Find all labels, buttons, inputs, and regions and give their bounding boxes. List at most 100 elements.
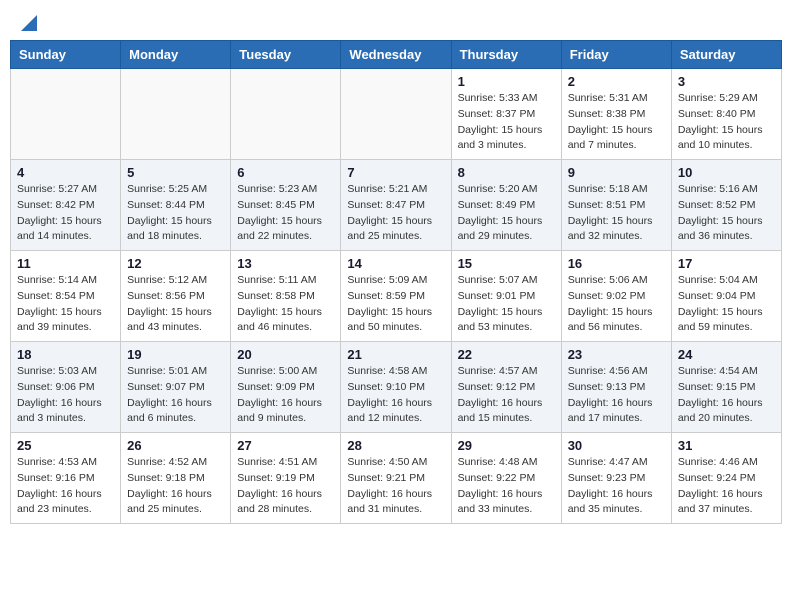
day-info: Sunrise: 4:50 AM Sunset: 9:21 PM Dayligh… [347,455,444,518]
day-number: 21 [347,347,444,362]
day-info: Sunrise: 4:57 AM Sunset: 9:12 PM Dayligh… [458,364,555,427]
calendar-cell: 20 Sunrise: 5:00 AM Sunset: 9:09 PM Dayli… [231,342,341,433]
calendar-table: SundayMondayTuesdayWednesdayThursdayFrid… [10,40,782,524]
calendar-cell: 24 Sunrise: 4:54 AM Sunset: 9:15 PM Dayli… [671,342,781,433]
weekday-header-tuesday: Tuesday [231,41,341,69]
day-info: Sunrise: 4:58 AM Sunset: 9:10 PM Dayligh… [347,364,444,427]
day-number: 10 [678,165,775,180]
calendar-cell: 28 Sunrise: 4:50 AM Sunset: 9:21 PM Dayli… [341,433,451,524]
day-number: 23 [568,347,665,362]
day-info: Sunrise: 4:53 AM Sunset: 9:16 PM Dayligh… [17,455,114,518]
day-number: 27 [237,438,334,453]
weekday-header-wednesday: Wednesday [341,41,451,69]
day-info: Sunrise: 5:16 AM Sunset: 8:52 PM Dayligh… [678,182,775,245]
day-number: 9 [568,165,665,180]
calendar-cell: 31 Sunrise: 4:46 AM Sunset: 9:24 PM Dayli… [671,433,781,524]
day-number: 15 [458,256,555,271]
day-number: 4 [17,165,114,180]
day-number: 5 [127,165,224,180]
day-number: 12 [127,256,224,271]
day-info: Sunrise: 5:20 AM Sunset: 8:49 PM Dayligh… [458,182,555,245]
calendar-cell: 2 Sunrise: 5:31 AM Sunset: 8:38 PM Daylig… [561,69,671,160]
calendar-week-row: 4 Sunrise: 5:27 AM Sunset: 8:42 PM Daylig… [11,160,782,251]
day-number: 17 [678,256,775,271]
calendar-cell: 6 Sunrise: 5:23 AM Sunset: 8:45 PM Daylig… [231,160,341,251]
day-number: 30 [568,438,665,453]
calendar-cell: 11Sunrise: 5:14 AM Sunset: 8:54 PM Dayli… [11,251,121,342]
logo [20,15,37,27]
calendar-cell: 29Sunrise: 4:48 AM Sunset: 9:22 PM Dayli… [451,433,561,524]
calendar-cell: 12 Sunrise: 5:12 AM Sunset: 8:56 PM Dayli… [121,251,231,342]
calendar-cell: 16 Sunrise: 5:06 AM Sunset: 9:02 PM Dayli… [561,251,671,342]
day-number: 25 [17,438,114,453]
day-number: 22 [458,347,555,362]
day-number: 20 [237,347,334,362]
calendar-cell: 26Sunrise: 4:52 AM Sunset: 9:18 PM Dayli… [121,433,231,524]
calendar-cell: 14 Sunrise: 5:09 AM Sunset: 8:59 PM Dayli… [341,251,451,342]
calendar-cell: 7Sunrise: 5:21 AM Sunset: 8:47 PM Daylig… [341,160,451,251]
calendar-cell: 21 Sunrise: 4:58 AM Sunset: 9:10 PM Dayli… [341,342,451,433]
page-header [10,10,782,32]
day-info: Sunrise: 5:23 AM Sunset: 8:45 PM Dayligh… [237,182,334,245]
weekday-header-sunday: Sunday [11,41,121,69]
day-info: Sunrise: 5:09 AM Sunset: 8:59 PM Dayligh… [347,273,444,336]
day-number: 1 [458,74,555,89]
calendar-week-row: 11Sunrise: 5:14 AM Sunset: 8:54 PM Dayli… [11,251,782,342]
calendar-cell: 9Sunrise: 5:18 AM Sunset: 8:51 PM Daylig… [561,160,671,251]
day-number: 6 [237,165,334,180]
calendar-week-row: 18 Sunrise: 5:03 AM Sunset: 9:06 PM Dayli… [11,342,782,433]
calendar-cell: 22 Sunrise: 4:57 AM Sunset: 9:12 PM Dayli… [451,342,561,433]
calendar-cell: 15 Sunrise: 5:07 AM Sunset: 9:01 PM Dayli… [451,251,561,342]
calendar-cell: 10 Sunrise: 5:16 AM Sunset: 8:52 PM Dayli… [671,160,781,251]
day-number: 2 [568,74,665,89]
day-number: 28 [347,438,444,453]
logo-triangle-icon [21,15,37,31]
day-info: Sunrise: 4:54 AM Sunset: 9:15 PM Dayligh… [678,364,775,427]
calendar-cell [231,69,341,160]
day-info: Sunrise: 5:04 AM Sunset: 9:04 PM Dayligh… [678,273,775,336]
weekday-header-thursday: Thursday [451,41,561,69]
calendar-cell: 25 Sunrise: 4:53 AM Sunset: 9:16 PM Dayli… [11,433,121,524]
day-number: 19 [127,347,224,362]
calendar-cell: 18 Sunrise: 5:03 AM Sunset: 9:06 PM Dayli… [11,342,121,433]
calendar-cell: 13 Sunrise: 5:11 AM Sunset: 8:58 PM Dayli… [231,251,341,342]
calendar-cell: 3Sunrise: 5:29 AM Sunset: 8:40 PM Daylig… [671,69,781,160]
day-number: 31 [678,438,775,453]
day-info: Sunrise: 5:12 AM Sunset: 8:56 PM Dayligh… [127,273,224,336]
calendar-cell [341,69,451,160]
day-number: 18 [17,347,114,362]
weekday-header-monday: Monday [121,41,231,69]
day-number: 14 [347,256,444,271]
day-info: Sunrise: 5:01 AM Sunset: 9:07 PM Dayligh… [127,364,224,427]
day-info: Sunrise: 5:27 AM Sunset: 8:42 PM Dayligh… [17,182,114,245]
day-info: Sunrise: 5:25 AM Sunset: 8:44 PM Dayligh… [127,182,224,245]
calendar-cell: 8 Sunrise: 5:20 AM Sunset: 8:49 PM Daylig… [451,160,561,251]
day-number: 3 [678,74,775,89]
day-number: 16 [568,256,665,271]
day-info: Sunrise: 5:03 AM Sunset: 9:06 PM Dayligh… [17,364,114,427]
day-info: Sunrise: 4:46 AM Sunset: 9:24 PM Dayligh… [678,455,775,518]
day-number: 11 [17,256,114,271]
calendar-week-row: 1 Sunrise: 5:33 AM Sunset: 8:37 PM Daylig… [11,69,782,160]
calendar-cell: 23 Sunrise: 4:56 AM Sunset: 9:13 PM Dayli… [561,342,671,433]
day-number: 8 [458,165,555,180]
day-number: 13 [237,256,334,271]
day-info: Sunrise: 5:21 AM Sunset: 8:47 PM Dayligh… [347,182,444,245]
day-info: Sunrise: 5:31 AM Sunset: 8:38 PM Dayligh… [568,91,665,154]
calendar-header-row: SundayMondayTuesdayWednesdayThursdayFrid… [11,41,782,69]
day-info: Sunrise: 5:11 AM Sunset: 8:58 PM Dayligh… [237,273,334,336]
calendar-cell: 27Sunrise: 4:51 AM Sunset: 9:19 PM Dayli… [231,433,341,524]
day-info: Sunrise: 4:52 AM Sunset: 9:18 PM Dayligh… [127,455,224,518]
day-info: Sunrise: 4:47 AM Sunset: 9:23 PM Dayligh… [568,455,665,518]
day-number: 29 [458,438,555,453]
day-info: Sunrise: 4:56 AM Sunset: 9:13 PM Dayligh… [568,364,665,427]
day-number: 24 [678,347,775,362]
day-info: Sunrise: 5:00 AM Sunset: 9:09 PM Dayligh… [237,364,334,427]
calendar-cell: 17 Sunrise: 5:04 AM Sunset: 9:04 PM Dayli… [671,251,781,342]
calendar-cell: 19 Sunrise: 5:01 AM Sunset: 9:07 PM Dayli… [121,342,231,433]
day-info: Sunrise: 5:07 AM Sunset: 9:01 PM Dayligh… [458,273,555,336]
day-info: Sunrise: 5:06 AM Sunset: 9:02 PM Dayligh… [568,273,665,336]
weekday-header-saturday: Saturday [671,41,781,69]
calendar-cell [11,69,121,160]
day-info: Sunrise: 5:33 AM Sunset: 8:37 PM Dayligh… [458,91,555,154]
